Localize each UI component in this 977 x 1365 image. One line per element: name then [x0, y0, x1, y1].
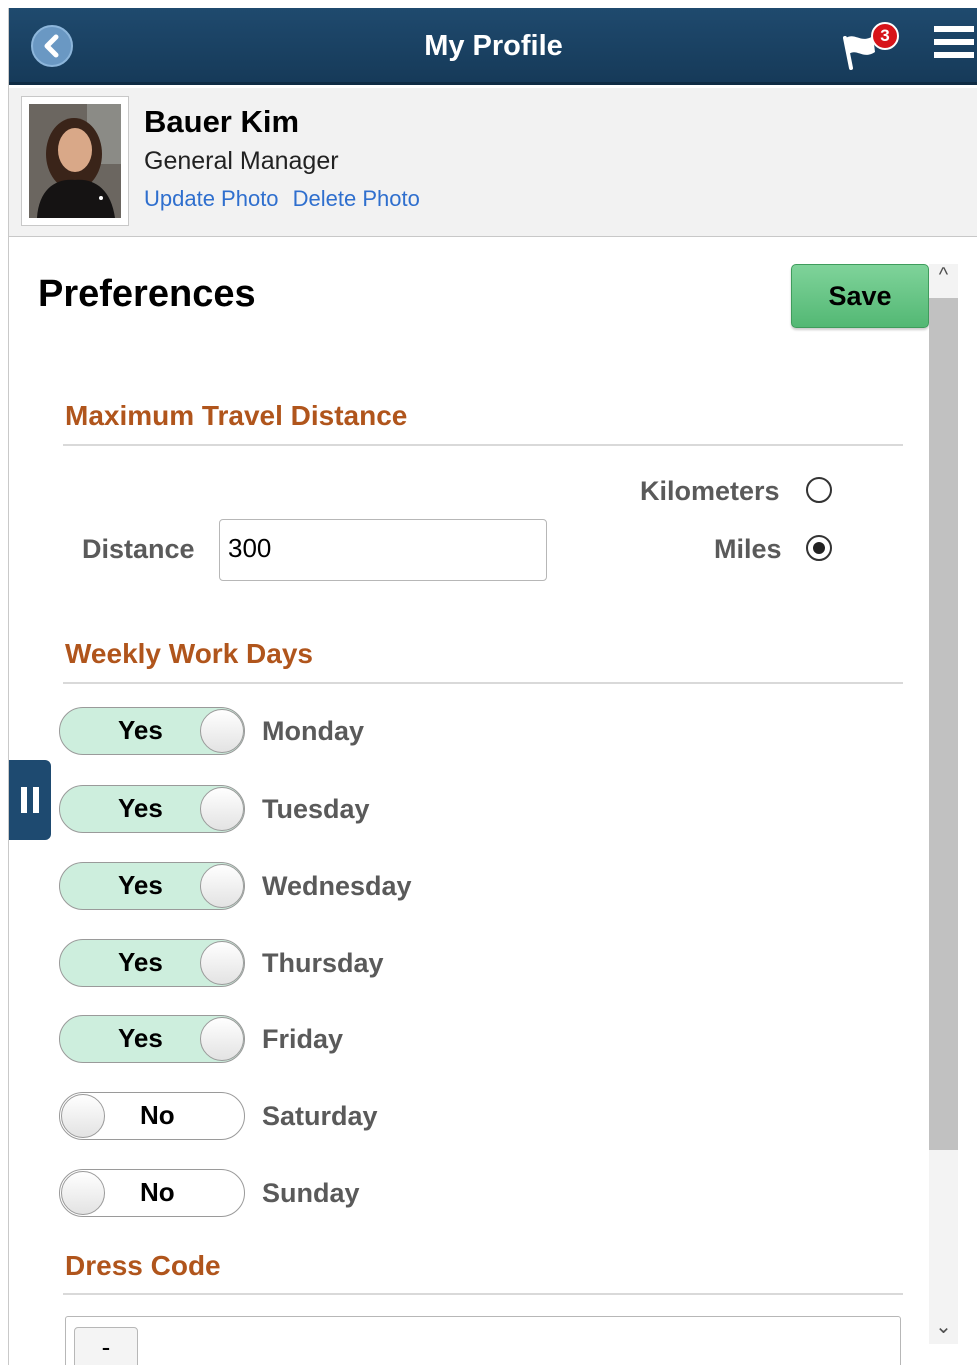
- thursday-label: Thursday: [262, 948, 384, 978]
- profile-header: Bauer Kim General Manager Update Photo D…: [9, 88, 977, 237]
- thursday-toggle[interactable]: Yes: [59, 939, 245, 987]
- saturday-label: Saturday: [262, 1101, 378, 1131]
- tuesday-toggle[interactable]: Yes: [59, 785, 245, 833]
- sunday-label: Sunday: [262, 1178, 360, 1208]
- photo-links: Update Photo Delete Photo: [144, 186, 428, 212]
- friday-label: Friday: [262, 1024, 344, 1054]
- toggle-knob: [200, 864, 244, 908]
- sunday-toggle[interactable]: No: [59, 1169, 245, 1217]
- monday-label: Monday: [262, 716, 365, 746]
- toggle-value: Yes: [118, 1023, 163, 1053]
- save-button[interactable]: Save: [791, 264, 929, 328]
- preferences-title: Preferences: [38, 273, 256, 315]
- scroll-down-icon[interactable]: ⌄: [931, 1314, 956, 1344]
- profile-photo: [29, 104, 121, 218]
- page-title: My Profile: [424, 30, 563, 62]
- preferences-panel: Preferences Save ^ ⌄ Maximum Travel Dist…: [9, 238, 977, 1365]
- toggle-value: Yes: [118, 947, 163, 977]
- toggle-knob: [200, 941, 244, 985]
- work-days-divider: [63, 682, 903, 684]
- travel-divider: [63, 444, 903, 446]
- dress-code-divider: [63, 1293, 903, 1295]
- monday-toggle[interactable]: Yes: [59, 707, 245, 755]
- app-frame: My Profile 3 Bauer Kim General Manager U…: [8, 8, 977, 1365]
- notification-badge: 3: [871, 22, 899, 50]
- toggle-knob: [61, 1171, 105, 1215]
- toggle-knob: [200, 787, 244, 831]
- wednesday-toggle[interactable]: Yes: [59, 862, 245, 910]
- tuesday-label: Tuesday: [262, 794, 370, 824]
- avatar: [21, 96, 129, 226]
- delete-photo-link[interactable]: Delete Photo: [293, 186, 420, 211]
- notifications-button[interactable]: 3: [841, 22, 901, 72]
- wednesday-label: Wednesday: [262, 871, 412, 901]
- kilometers-label: Kilometers: [640, 476, 780, 506]
- profile-role: General Manager: [144, 147, 339, 175]
- friday-toggle[interactable]: Yes: [59, 1015, 245, 1063]
- toggle-knob: [61, 1094, 105, 1138]
- miles-label: Miles: [714, 534, 782, 564]
- miles-radio[interactable]: [806, 535, 832, 561]
- distance-label: Distance: [82, 534, 195, 564]
- toggle-value: No: [140, 1100, 175, 1130]
- scroll-up-icon[interactable]: ^: [931, 264, 956, 294]
- dress-code-heading: Dress Code: [65, 1250, 221, 1281]
- profile-name: Bauer Kim: [144, 104, 300, 139]
- saturday-toggle[interactable]: No: [59, 1092, 245, 1140]
- distance-input[interactable]: 300: [219, 519, 547, 581]
- toggle-value: No: [140, 1177, 175, 1207]
- update-photo-link[interactable]: Update Photo: [144, 186, 279, 211]
- toggle-value: Yes: [118, 793, 163, 823]
- side-panel-handle[interactable]: [9, 760, 51, 840]
- toggle-value: Yes: [118, 870, 163, 900]
- hamburger-icon[interactable]: [934, 26, 974, 66]
- travel-heading: Maximum Travel Distance: [65, 400, 408, 431]
- top-bar: My Profile 3: [9, 8, 977, 85]
- toggle-knob: [200, 1017, 244, 1061]
- dress-code-button[interactable]: -: [74, 1327, 138, 1365]
- dress-code-field[interactable]: -: [65, 1316, 901, 1365]
- kilometers-radio[interactable]: [806, 477, 832, 503]
- scrollbar-thumb[interactable]: [929, 298, 958, 1150]
- work-days-heading: Weekly Work Days: [65, 638, 313, 669]
- toggle-value: Yes: [118, 715, 163, 745]
- toggle-knob: [200, 709, 244, 753]
